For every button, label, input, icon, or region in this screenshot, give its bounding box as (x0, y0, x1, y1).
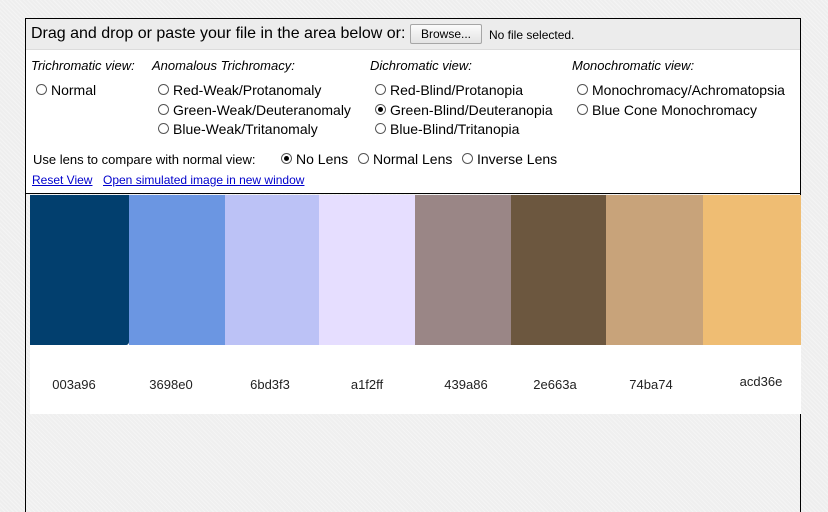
radio-icon[interactable] (158, 84, 169, 95)
swatch-hex-label: a1f2ff (350, 377, 384, 392)
color-swatch (30, 195, 129, 345)
option-label: Normal Lens (373, 151, 453, 167)
color-swatch (225, 195, 319, 345)
simulated-image-area[interactable]: 003a96 3698e0 6bd3f3 a1f2ff 439a86 2e663… (25, 194, 801, 512)
radio-checked-icon[interactable] (281, 153, 292, 164)
option-label: Normal (51, 82, 97, 98)
open-new-window-link[interactable]: Open simulated image in new window (103, 173, 304, 187)
option-label: Red-Weak/Protanomaly (173, 82, 322, 98)
option-label: Blue-Weak/Tritanomaly (173, 121, 318, 137)
color-swatch (703, 195, 801, 345)
browse-button[interactable]: Browse... (410, 24, 482, 44)
file-status-text: No file selected. (489, 28, 575, 42)
swatch-hex-label: 439a86 (444, 377, 488, 392)
radio-icon[interactable] (36, 84, 47, 95)
anomalous-title: Anomalous Trichromacy: (152, 58, 295, 73)
radio-icon[interactable] (158, 104, 169, 115)
monochromatic-title: Monochromatic view: (572, 58, 695, 73)
swatch-hex-label: acd36e (739, 374, 783, 389)
swatch-hex-label: 2e663a (533, 377, 577, 392)
radio-icon[interactable] (358, 153, 369, 164)
option-label: Blue-Blind/Tritanopia (390, 121, 520, 137)
option-label: Inverse Lens (477, 151, 558, 167)
option-label: No Lens (296, 151, 349, 167)
radio-icon[interactable] (375, 123, 386, 134)
option-label: Red-Blind/Protanopia (390, 82, 524, 98)
option-label: Blue Cone Monochromacy (592, 102, 757, 118)
lens-prompt: Use lens to compare with normal view: (33, 152, 256, 167)
radio-icon[interactable] (577, 84, 588, 95)
radio-icon[interactable] (158, 123, 169, 134)
option-label: Green-Weak/Deuteranomaly (173, 102, 351, 118)
swatch-hex-label: 6bd3f3 (250, 377, 290, 392)
color-swatch (129, 195, 225, 345)
radio-checked-icon[interactable] (375, 104, 386, 115)
option-label: Green-Blind/Deuteranopia (390, 102, 553, 118)
option-label: Monochromacy/Achromatopsia (592, 82, 785, 98)
trichromatic-title: Trichromatic view: (31, 58, 135, 73)
dichromatic-title: Dichromatic view: (370, 58, 472, 73)
swatch-hex-label: 74ba74 (629, 377, 673, 392)
reset-view-link[interactable]: Reset View (32, 173, 92, 187)
radio-icon[interactable] (462, 153, 473, 164)
simulated-image: 003a96 3698e0 6bd3f3 a1f2ff 439a86 2e663… (30, 195, 801, 414)
radio-icon[interactable] (375, 84, 386, 95)
swatch-hex-label: 003a96 (52, 377, 96, 392)
swatch-hex-label: 3698e0 (149, 377, 193, 392)
color-swatch (415, 195, 511, 345)
color-swatch (319, 195, 415, 345)
color-swatch (606, 195, 703, 345)
color-swatch (511, 195, 606, 345)
drag-drop-instruction: Drag and drop or paste your file in the … (31, 25, 406, 42)
radio-icon[interactable] (577, 104, 588, 115)
controls-panel: Drag and drop or paste your file in the … (25, 18, 801, 194)
file-drop-bar[interactable]: Drag and drop or paste your file in the … (26, 19, 800, 50)
